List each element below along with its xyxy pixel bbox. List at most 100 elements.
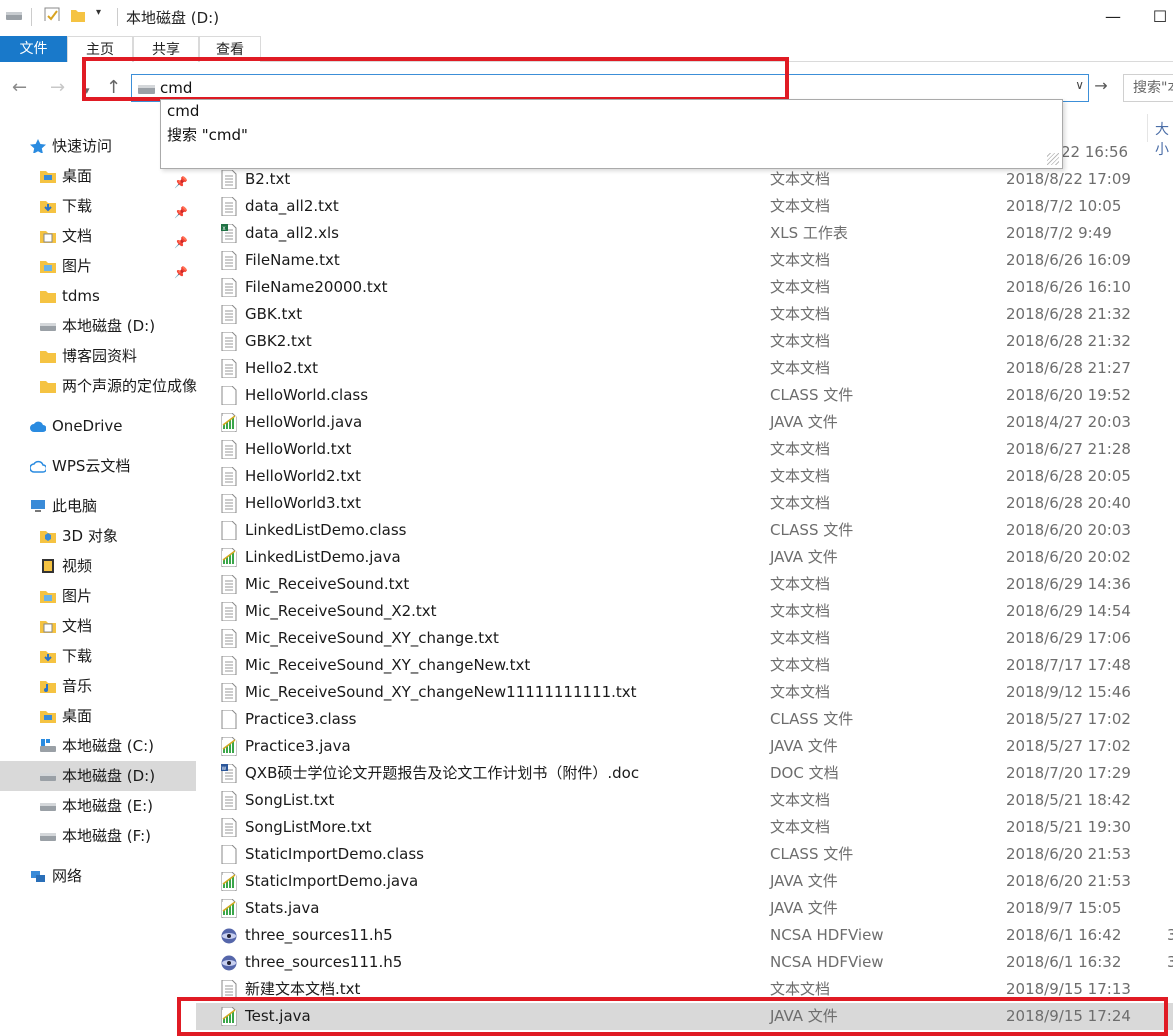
file-row[interactable]: Mic_ReceiveSound.txt 文本文档 2018/6/29 14:3… bbox=[196, 571, 1173, 598]
search-input[interactable]: 搜索"本地磁盘 (D:)" bbox=[1123, 74, 1173, 102]
file-row[interactable]: Practice3.java JAVA 文件 2018/5/27 17:02 bbox=[196, 733, 1173, 760]
file-row[interactable]: w QXB硕士学位论文开题报告及论文工作计划书（附件）.doc DOC 文档 2… bbox=[196, 760, 1173, 787]
file-row[interactable]: FileName20000.txt 文本文档 2018/6/26 16:10 bbox=[196, 274, 1173, 301]
file-row[interactable]: GBK2.txt 文本文档 2018/6/28 21:32 bbox=[196, 328, 1173, 355]
file-row[interactable]: data_all2.txt 文本文档 2018/7/2 10:05 bbox=[196, 193, 1173, 220]
file-row[interactable]: Practice3.class CLASS 文件 2018/5/27 17:02 bbox=[196, 706, 1173, 733]
tab-file[interactable]: 文件 bbox=[0, 36, 67, 62]
forward-arrow-icon[interactable]: → bbox=[50, 78, 65, 98]
drive-icon[interactable] bbox=[6, 11, 22, 25]
file-row[interactable]: StaticImportDemo.java JAVA 文件 2018/6/20 … bbox=[196, 868, 1173, 895]
up-arrow-icon[interactable]: ↑ bbox=[106, 78, 121, 98]
resize-grip-icon[interactable] bbox=[1047, 153, 1059, 165]
nav-onedrive[interactable]: OneDrive bbox=[0, 411, 196, 441]
videos-icon bbox=[42, 559, 54, 573]
nav-item-pc-8[interactable]: 本地磁盘 (D:) bbox=[0, 761, 196, 791]
file-row[interactable]: FileName.txt 文本文档 2018/6/26 16:09 bbox=[196, 247, 1173, 274]
customize-toolbar-icon[interactable]: ▾ bbox=[96, 7, 101, 18]
nav-item-pc-0[interactable]: 3D 对象 bbox=[0, 521, 196, 551]
nav-item-quick-1[interactable]: 下载 📌 bbox=[0, 191, 196, 221]
file-row[interactable]: Hello2.txt 文本文档 2018/6/28 21:27 bbox=[196, 355, 1173, 382]
music-folder-icon bbox=[40, 681, 56, 693]
file-row[interactable]: Mic_ReceiveSound_XY_changeNew11111111111… bbox=[196, 679, 1173, 706]
nav-item-quick-3[interactable]: 图片 📌 bbox=[0, 251, 196, 281]
nav-item-quick-7[interactable]: 两个声源的定位成像 bbox=[0, 371, 197, 401]
column-separator[interactable] bbox=[1147, 114, 1148, 142]
file-size: 3 bbox=[1167, 926, 1173, 944]
file-row[interactable]: HelloWorld.class CLASS 文件 2018/6/20 19:5… bbox=[196, 382, 1173, 409]
go-arrow-icon[interactable]: → bbox=[1090, 76, 1112, 100]
file-name: three_sources11.h5 bbox=[245, 926, 393, 944]
file-type: JAVA 文件 bbox=[770, 872, 838, 890]
nav-item-pc-10[interactable]: 本地磁盘 (F:) bbox=[0, 821, 196, 851]
file-row[interactable]: HelloWorld3.txt 文本文档 2018/6/28 20:40 bbox=[196, 490, 1173, 517]
divider bbox=[31, 8, 32, 26]
address-input[interactable] bbox=[160, 78, 1060, 98]
pc-icon bbox=[31, 500, 45, 512]
file-row[interactable]: SongList.txt 文本文档 2018/5/21 18:42 bbox=[196, 787, 1173, 814]
file-row[interactable]: StaticImportDemo.class CLASS 文件 2018/6/2… bbox=[196, 841, 1173, 868]
file-row[interactable]: HelloWorld2.txt 文本文档 2018/6/28 20:05 bbox=[196, 463, 1173, 490]
wps-cloud-icon bbox=[30, 460, 46, 473]
nav-item-quick-5[interactable]: 本地磁盘 (D:) bbox=[0, 311, 196, 341]
tab-home[interactable]: 主页 bbox=[67, 36, 133, 62]
file-row[interactable]: Stats.java JAVA 文件 2018/9/7 15:05 bbox=[196, 895, 1173, 922]
tab-share[interactable]: 共享 bbox=[133, 36, 199, 62]
file-date: 2018/9/7 15:05 bbox=[1006, 899, 1122, 917]
divider bbox=[117, 8, 118, 26]
nav-item-pc-2[interactable]: 图片 bbox=[0, 581, 196, 611]
nav-item-pc-7[interactable]: 本地磁盘 (C:) bbox=[0, 731, 196, 761]
column-header-size[interactable]: 大小 bbox=[1155, 119, 1173, 159]
address-bar[interactable]: ∨ bbox=[131, 74, 1089, 102]
maximize-button[interactable]: ☐ bbox=[1140, 4, 1173, 30]
file-row[interactable]: Mic_ReceiveSound_XY_change.txt 文本文档 2018… bbox=[196, 625, 1173, 652]
nav-network[interactable]: 网络 bbox=[0, 861, 196, 891]
file-name: HelloWorld3.txt bbox=[245, 494, 361, 512]
tab-view[interactable]: 查看 bbox=[199, 36, 261, 62]
new-folder-icon[interactable] bbox=[71, 8, 87, 22]
file-row[interactable]: SongListMore.txt 文本文档 2018/5/21 19:30 bbox=[196, 814, 1173, 841]
properties-icon[interactable] bbox=[44, 7, 60, 21]
nav-this-pc[interactable]: 此电脑 bbox=[0, 491, 196, 521]
file-date: 2018/6/28 20:40 bbox=[1006, 494, 1131, 512]
nav-item-pc-5[interactable]: 音乐 bbox=[0, 671, 196, 701]
nav-item-quick-6[interactable]: 博客园资料 bbox=[0, 341, 196, 371]
desktop-folder-icon bbox=[40, 711, 56, 723]
file-type: 文本文档 bbox=[770, 683, 831, 701]
file-row[interactable]: Mic_ReceiveSound_X2.txt 文本文档 2018/6/29 1… bbox=[196, 598, 1173, 625]
file-row[interactable]: LinkedListDemo.java JAVA 文件 2018/6/20 20… bbox=[196, 544, 1173, 571]
nav-label: 网络 bbox=[52, 867, 83, 885]
nav-item-pc-6[interactable]: 桌面 bbox=[0, 701, 196, 731]
chevron-down-icon[interactable]: ∨ bbox=[1075, 78, 1084, 92]
svg-text:x: x bbox=[223, 226, 226, 232]
nav-item-pc-1[interactable]: 视频 bbox=[0, 551, 196, 581]
file-row[interactable]: HelloWorld.java JAVA 文件 2018/4/27 20:03 bbox=[196, 409, 1173, 436]
autocomplete-item-cmd[interactable]: cmd bbox=[167, 102, 199, 120]
text-file-icon bbox=[221, 332, 237, 351]
nav-label: 桌面 bbox=[62, 167, 93, 185]
autocomplete-item-search[interactable]: 搜索 "cmd" bbox=[167, 124, 248, 145]
recent-locations-icon[interactable]: ▾ bbox=[84, 81, 90, 101]
file-date: 2018/4/27 20:03 bbox=[1006, 413, 1131, 431]
minimize-button[interactable]: — bbox=[1093, 4, 1133, 30]
file-row[interactable]: Mic_ReceiveSound_XY_changeNew.txt 文本文档 2… bbox=[196, 652, 1173, 679]
file-row[interactable]: Test.java JAVA 文件 2018/9/15 17:24 bbox=[196, 1003, 1173, 1030]
file-name: SongList.txt bbox=[245, 791, 335, 809]
nav-item-pc-9[interactable]: 本地磁盘 (E:) bbox=[0, 791, 196, 821]
file-row[interactable]: LinkedListDemo.class CLASS 文件 2018/6/20 … bbox=[196, 517, 1173, 544]
file-row[interactable]: x data_all2.xls XLS 工作表 2018/7/2 9:49 bbox=[196, 220, 1173, 247]
file-name: FileName.txt bbox=[245, 251, 340, 269]
nav-item-pc-3[interactable]: 文档 bbox=[0, 611, 196, 641]
nav-item-pc-4[interactable]: 下载 bbox=[0, 641, 196, 671]
nav-wps-cloud[interactable]: WPS云文档 bbox=[0, 451, 196, 481]
file-row[interactable]: B2.txt 文本文档 2018/8/22 17:09 bbox=[196, 166, 1173, 193]
back-arrow-icon[interactable]: ← bbox=[12, 78, 27, 98]
file-row[interactable]: 新建文本文档.txt 文本文档 2018/9/15 17:13 bbox=[196, 976, 1173, 1003]
nav-item-quick-2[interactable]: 文档 📌 bbox=[0, 221, 196, 251]
file-row[interactable]: GBK.txt 文本文档 2018/6/28 21:32 bbox=[196, 301, 1173, 328]
text-file-icon bbox=[221, 359, 237, 378]
file-row[interactable]: three_sources111.h5 NCSA HDFView 2018/6/… bbox=[196, 949, 1173, 976]
file-row[interactable]: three_sources11.h5 NCSA HDFView 2018/6/1… bbox=[196, 922, 1173, 949]
nav-item-quick-4[interactable]: tdms bbox=[0, 281, 196, 311]
file-row[interactable]: HelloWorld.txt 文本文档 2018/6/27 21:28 bbox=[196, 436, 1173, 463]
